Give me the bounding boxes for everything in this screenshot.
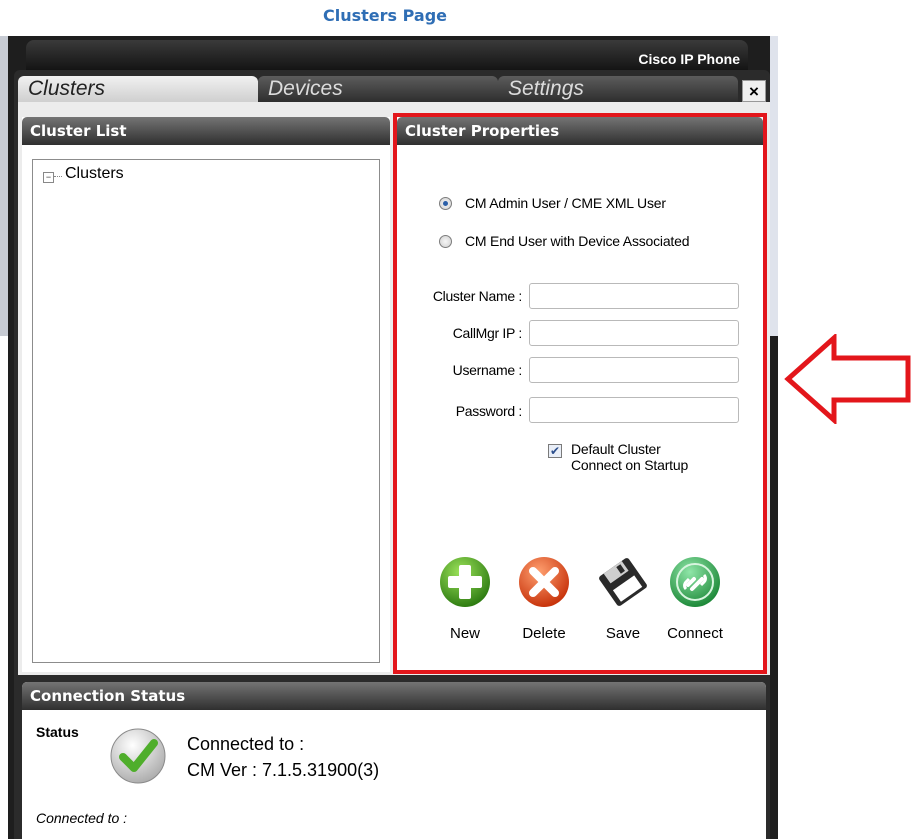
default-cluster-line2: Connect on Startup [571,457,689,473]
connected-to-text: Connected to : [187,734,305,754]
cm-version-text: CM Ver : 7.1.5.31900(3) [187,760,380,780]
window-edge [770,36,778,336]
tab-devices[interactable]: Devices [258,76,498,102]
connect-button[interactable]: Connect [659,555,731,645]
checkmark-icon [110,728,166,784]
default-cluster-label: Default Cluster Connect on Startup [571,441,688,473]
tree-collapse-toggle[interactable]: − [43,172,54,183]
plus-icon [440,557,490,607]
x-icon [519,557,569,607]
radio-admin-user[interactable] [439,197,452,210]
cluster-name-label: Cluster Name : [432,288,522,304]
radio-end-user[interactable] [439,235,452,248]
username-label: Username : [452,362,523,378]
window-title: Cisco IP Phone [638,51,740,67]
connection-status-header: Connection Status [22,682,766,710]
new-button[interactable]: New [429,555,501,645]
callmgr-ip-field[interactable] [529,320,739,346]
cluster-list-header: Cluster List [22,117,390,145]
tab-clusters[interactable]: Clusters [18,76,258,102]
tab-settings[interactable]: Settings [498,76,738,102]
password-label: Password : [455,403,523,419]
radio-end-user-label: CM End User with Device Associated [465,233,690,249]
connection-status-panel: Connection Status Status Connected to : … [22,682,766,839]
tree-node-clusters[interactable]: Clusters [65,165,124,183]
cluster-properties-header: Cluster Properties [397,117,763,145]
tree-connector [54,176,62,177]
delete-button[interactable]: Delete [508,555,580,645]
password-field[interactable] [529,397,739,423]
username-field[interactable] [529,357,739,383]
delete-button-label: Delete [522,625,566,642]
highlight-arrow-icon [784,334,911,424]
cluster-properties-panel: Cluster Properties CM Admin User / CME X… [393,113,767,674]
document-title: Clusters Page [322,6,448,25]
background-strip [0,36,8,336]
cluster-list-panel: Cluster List − Clusters [22,117,390,672]
save-button[interactable]: Save [587,555,659,645]
default-cluster-checkbox[interactable]: ✔ [548,444,562,458]
connect-icon [670,557,720,607]
window-titlebar[interactable]: Cisco IP Phone [26,40,748,70]
radio-admin-user-label: CM Admin User / CME XML User [465,195,666,211]
status-footer-text: Connected to : [36,810,128,826]
callmgr-ip-label: CallMgr IP : [452,325,523,341]
save-button-label: Save [605,625,641,642]
floppy-disk-icon [599,558,647,606]
cluster-tree[interactable]: − Clusters [32,159,380,663]
cluster-name-field[interactable] [529,283,739,309]
connect-button-label: Connect [667,625,723,642]
default-cluster-line1: Default Cluster [571,441,661,457]
close-button[interactable]: × [742,80,766,102]
new-button-label: New [449,625,480,642]
status-label: Status [36,724,79,740]
